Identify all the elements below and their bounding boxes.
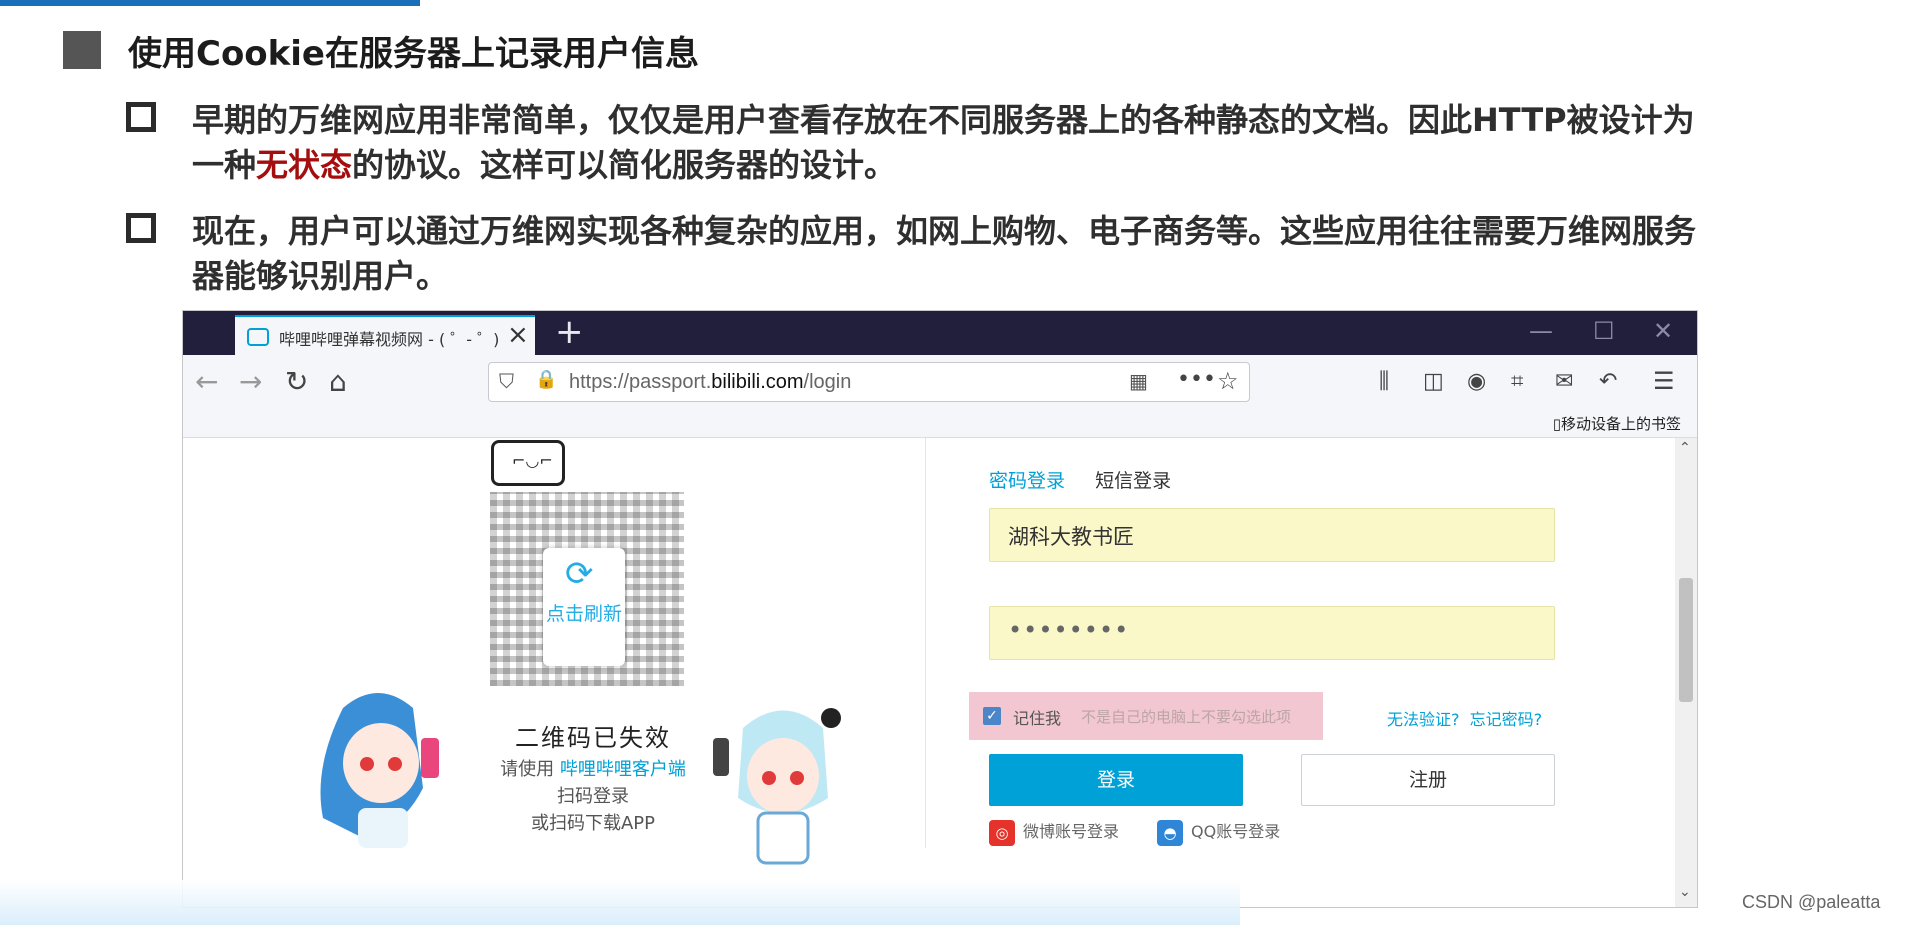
login-button[interactable]: 登录 [989,754,1243,806]
menu-icon[interactable]: ☰ [1653,367,1675,395]
navigation-toolbar: ← → ↻ ⌂ ⛉ 🔒 https://passport.bilibili.co… [183,355,1697,409]
scroll-thumb[interactable] [1679,578,1693,702]
tab-title: 哔哩哔哩弹幕视频网 - ( ゜- ゜) [279,330,500,349]
url-text: https://passport.bilibili.com/login [569,371,852,393]
qr-code-icon[interactable]: ▦ [1129,369,1148,393]
bookmark-star-icon[interactable]: ☆ [1217,367,1239,395]
tab-password-login[interactable]: 密码登录 [989,470,1065,492]
mobile-bookmarks[interactable]: ▯移动设备上的书签 [1553,413,1681,434]
bookmark-bar: ▯移动设备上的书签 [183,409,1697,438]
home-icon[interactable]: ⌂ [329,365,347,398]
content-divider [925,438,926,848]
qr-refresh-button[interactable]: ⟳ 点击刷新 [543,548,625,666]
register-button[interactable]: 注册 [1301,754,1555,806]
login-tabs: 密码登录 短信登录 [989,466,1171,493]
qr-expired-text: 二维码已失效 [515,724,671,752]
more-actions-icon[interactable]: ••• [1177,367,1216,392]
back-icon[interactable]: ← [195,365,218,398]
bullet-square [63,31,101,69]
username-field[interactable]: 湖科大教书匠 [989,508,1555,562]
page-content: ⌐◡⌐ ⟳ 点击刷新 二维码已失效 请使用 哔哩哔哩客户端 扫码登录 或扫码下载… [183,438,1673,907]
phone-icon: ▯ [1552,415,1561,433]
bullet-checkbox-1 [126,102,156,132]
tv-mascot-icon: ⌐◡⌐ [491,440,565,486]
account-help-links: 无法验证? 忘记密码? [1387,706,1542,730]
remember-me-hint: 不是自己的电脑上不要勾选此项 [1081,708,1292,726]
sidebar-icon[interactable]: ◫ [1423,369,1444,394]
username-value: 湖科大教书匠 [1008,525,1134,549]
crop-icon[interactable]: ⌗ [1511,369,1523,394]
password-field[interactable]: •••••••• [989,606,1555,660]
tab-bar: 哔哩哔哩弹幕视频网 - ( ゜- ゜) × + — ☐ ✕ [183,311,1697,355]
stateless-highlight: 无状态 [256,146,353,184]
slide-title-bar [0,0,420,6]
forgot-password-link[interactable]: 忘记密码? [1470,710,1543,729]
browser-window: 哔哩哔哩弹幕视频网 - ( ゜- ゜) × + — ☐ ✕ ← → ↻ ⌂ ⛉ … [182,310,1698,908]
account-icon[interactable]: ◉ [1467,369,1486,394]
bilibili-favicon-icon [247,328,269,346]
maximize-icon[interactable]: ☐ [1593,317,1615,345]
undo-icon[interactable]: ↶ [1599,369,1617,394]
scroll-down-icon[interactable]: ⌄ [1679,884,1691,900]
bullet-checkbox-2 [126,213,156,243]
lock-icon[interactable]: 🔒 [535,369,557,390]
forward-icon[interactable]: → [239,365,262,398]
new-tab-icon[interactable]: + [555,312,584,352]
browser-tab[interactable]: 哔哩哔哩弹幕视频网 - ( ゜- ゜) × [235,315,535,355]
close-window-icon[interactable]: ✕ [1653,317,1673,345]
csdn-watermark: CSDN @paleatta [1742,892,1881,912]
library-icon[interactable]: ⫼ [1379,369,1389,394]
bullet-point-1: 早期的万维网应用非常简单，仅仅是用户查看存放在不同服务器上的各种静态的文档。因此… [192,98,1832,188]
scroll-up-icon[interactable]: ⌃ [1679,440,1691,456]
weibo-icon: ◎ [989,819,1015,846]
bullet-point-1-line1: 早期的万维网应用非常简单，仅仅是用户查看存放在不同服务器上的各种静态的文档。因此… [192,101,1695,139]
qr-help-text: 请使用 哔哩哔哩客户端 扫码登录 或扫码下载APP [500,759,686,834]
remember-me-highlight: ✓ 记住我 不是自己的电脑上不要勾选此项 [969,692,1323,740]
vertical-scrollbar[interactable]: ⌃ ⌄ [1675,438,1697,907]
reload-icon[interactable]: ↻ [285,365,308,398]
bullet-point-2-line2: 器能够识别用户。 [192,257,449,295]
refresh-label: 点击刷新 [545,603,622,625]
weibo-login[interactable]: ◎ 微博账号登录 [989,818,1119,846]
qq-login[interactable]: ◓ QQ账号登录 [1157,818,1280,846]
bullet-point-2-line1: 现在，用户可以通过万维网实现各种复杂的应用，如网上购物、电子商务等。这些应用往往… [192,212,1697,250]
slide-heading: 使用Cookie在服务器上记录用户信息 [128,34,699,74]
minimize-icon[interactable]: — [1529,317,1553,345]
bullet-point-2: 现在，用户可以通过万维网实现各种复杂的应用，如网上购物、电子商务等。这些应用往往… [192,209,1832,299]
bullet-point-1-line2: 一种无状态的协议。这样可以简化服务器的设计。 [192,146,897,184]
remember-me-checkbox[interactable]: ✓ [983,707,1001,725]
tab-sms-login[interactable]: 短信登录 [1095,470,1171,492]
close-tab-icon[interactable]: × [507,320,529,350]
client-link[interactable]: 哔哩哔哩客户端 [560,759,686,780]
chat-icon[interactable]: ✉ [1555,369,1573,394]
refresh-icon: ⟳ [565,554,594,594]
remember-me-label: 记住我 [1013,709,1062,728]
url-bar[interactable]: ⛉ 🔒 https://passport.bilibili.com/login … [488,362,1250,402]
cannot-verify-link[interactable]: 无法验证? [1387,710,1460,729]
decorative-wave [0,880,1240,925]
qq-icon: ◓ [1157,819,1183,846]
shield-icon[interactable]: ⛉ [499,369,514,393]
password-value: •••••••• [1008,616,1130,644]
mascot-left-image [320,693,439,848]
mascot-right-image [713,708,841,865]
